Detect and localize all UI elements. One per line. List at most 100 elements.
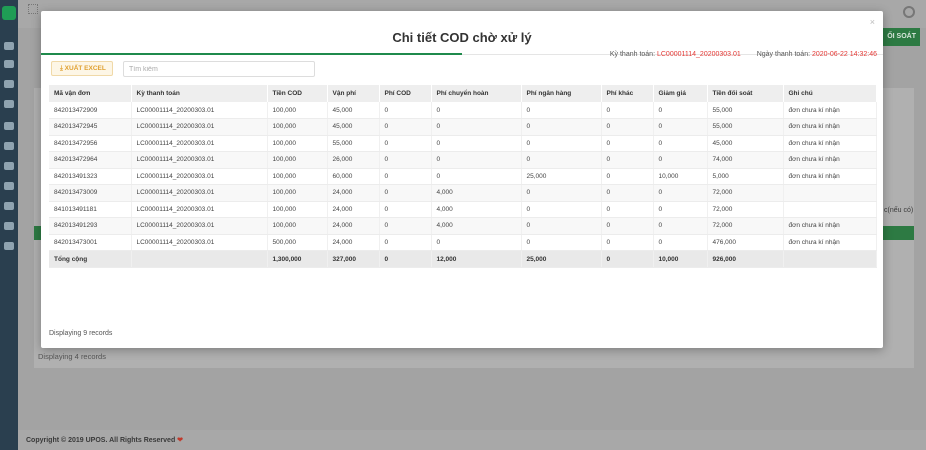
- table-row[interactable]: 841013491181 LC00001114_20200303.01 100,00…: [49, 201, 877, 218]
- cod-table: Mã vận đơn Kỳ thanh toán Tiền COD Vận phí Ph…: [49, 85, 877, 268]
- sidebar-icon[interactable]: [4, 42, 14, 50]
- table-cell: 0: [601, 102, 654, 119]
- close-icon[interactable]: ×: [870, 17, 875, 27]
- table-cell: 842013473001: [49, 234, 132, 251]
- table-cell: 0: [431, 102, 522, 119]
- sidebar: [0, 0, 18, 450]
- app-logo[interactable]: [2, 6, 16, 20]
- table-cell: 24,000: [327, 234, 380, 251]
- table-cell: 72,000: [707, 201, 784, 218]
- apps-grid-icon[interactable]: [28, 4, 38, 14]
- table-cell: 842013472909: [49, 102, 132, 119]
- modal-title: Chi tiết COD chờ xử lý: [392, 30, 532, 45]
- sidebar-icon[interactable]: [4, 162, 14, 170]
- sidebar-icon[interactable]: [4, 100, 14, 108]
- table-row[interactable]: 842013472909 LC00001114_20200303.01 100,00…: [49, 102, 877, 119]
- table-cell: 0: [379, 234, 432, 251]
- table-cell: 5,000: [707, 168, 784, 185]
- sidebar-icon[interactable]: [4, 142, 14, 150]
- table-cell: 45,000: [707, 135, 784, 152]
- table-cell: 0: [601, 151, 654, 169]
- sidebar-icon[interactable]: [4, 242, 14, 250]
- table-row[interactable]: 842013472964 LC00001114_20200303.01 100,00…: [49, 151, 877, 169]
- table-cell: 100,000: [267, 168, 328, 185]
- column-header[interactable]: Vận phí: [327, 85, 380, 102]
- table-cell: 100,000: [267, 217, 328, 235]
- table-cell: LC00001114_20200303.01: [131, 151, 268, 169]
- total-cell: 1,300,000: [267, 250, 328, 268]
- table-cell: 0: [521, 151, 602, 169]
- sidebar-icon[interactable]: [4, 182, 14, 190]
- total-cell: 0: [601, 250, 654, 268]
- table-row[interactable]: 842013491323 LC00001114_20200303.01 100,00…: [49, 168, 877, 185]
- export-excel-button[interactable]: ⤓ XUẤT EXCEL: [51, 61, 113, 76]
- column-header[interactable]: Phí chuyển hoàn: [431, 85, 522, 102]
- cod-detail-modal: Chi tiết COD chờ xử lý × ⤓ XUẤT EXCEL Kỳ…: [41, 11, 883, 348]
- column-header[interactable]: Phí ngân hàng: [521, 85, 602, 102]
- column-header[interactable]: Ghi chú: [783, 85, 877, 102]
- period-value: LC00001114_20200303.01: [656, 51, 741, 58]
- date-label: Ngày thanh toán:: [756, 51, 811, 58]
- table-cell: 100,000: [267, 184, 328, 202]
- gear-icon[interactable]: [903, 6, 915, 18]
- search-input[interactable]: [123, 61, 315, 77]
- table-cell: 0: [431, 135, 522, 152]
- table-cell: 842013491293: [49, 217, 132, 235]
- table-cell: 4,000: [431, 201, 522, 218]
- table-cell: 500,000: [267, 234, 328, 251]
- table-cell: đơn chưa kí nhận: [783, 135, 877, 152]
- table-cell: 60,000: [327, 168, 380, 185]
- table-row[interactable]: 842013473009 LC00001114_20200303.01 100,00…: [49, 184, 877, 202]
- column-header[interactable]: Tiền COD: [267, 85, 328, 102]
- table-cell: 0: [601, 118, 654, 136]
- column-header[interactable]: Phí khác: [601, 85, 654, 102]
- sidebar-icon[interactable]: [4, 60, 14, 68]
- background-record-count: Displaying 4 records: [38, 352, 106, 361]
- sidebar-icon[interactable]: [4, 202, 14, 210]
- table-cell: LC00001114_20200303.01: [131, 118, 268, 136]
- table-cell: 0: [379, 102, 432, 119]
- sidebar-icon[interactable]: [4, 222, 14, 230]
- table-cell: LC00001114_20200303.01: [131, 184, 268, 202]
- table-cell: 0: [431, 118, 522, 136]
- table-cell: 0: [521, 102, 602, 119]
- table-cell: đơn chưa kí nhận: [783, 217, 877, 235]
- table-cell: 0: [653, 135, 708, 152]
- total-cell: 0: [379, 250, 432, 268]
- sidebar-icon[interactable]: [4, 122, 14, 130]
- table-cell: 10,000: [653, 168, 708, 185]
- table-row[interactable]: 842013472945 LC00001114_20200303.01 100,00…: [49, 118, 877, 136]
- table-cell: 72,000: [707, 217, 784, 235]
- column-header[interactable]: Tiền đối soát: [707, 85, 784, 102]
- table-row[interactable]: 842013473001 LC00001114_20200303.01 500,00…: [49, 234, 877, 251]
- table-cell: 0: [653, 234, 708, 251]
- table-cell: 45,000: [327, 102, 380, 119]
- table-cell: 0: [601, 217, 654, 235]
- table-cell: 100,000: [267, 118, 328, 136]
- table-cell: 0: [653, 184, 708, 202]
- table-cell: LC00001114_20200303.01: [131, 135, 268, 152]
- table-cell: 0: [521, 118, 602, 136]
- column-header[interactable]: Phí COD: [379, 85, 432, 102]
- table-cell: 55,000: [327, 135, 380, 152]
- table-cell: 0: [379, 217, 432, 235]
- column-header[interactable]: Giảm giá: [653, 85, 708, 102]
- table-cell: 0: [521, 234, 602, 251]
- column-header[interactable]: Kỳ thanh toán: [131, 85, 268, 102]
- total-row: Tổng cộng 1,300,000 327,000 0 12,000 25,000 0 1…: [49, 250, 877, 268]
- table-row[interactable]: 842013472956 LC00001114_20200303.01 100,00…: [49, 135, 877, 152]
- total-cell: [131, 250, 268, 268]
- table-cell: 0: [653, 151, 708, 169]
- sidebar-icon[interactable]: [4, 80, 14, 88]
- table-cell: 0: [653, 118, 708, 136]
- column-header[interactable]: Mã vận đơn: [49, 85, 132, 102]
- table-cell: 72,000: [707, 184, 784, 202]
- table-cell: 55,000: [707, 102, 784, 119]
- table-cell: LC00001114_20200303.01: [131, 217, 268, 235]
- table-cell: 476,000: [707, 234, 784, 251]
- table-cell: 25,000: [521, 168, 602, 185]
- table-cell: 100,000: [267, 151, 328, 169]
- table-cell: 0: [379, 135, 432, 152]
- table-row[interactable]: 842013491293 LC00001114_20200303.01 100,00…: [49, 217, 877, 235]
- title-accent-line: [41, 53, 462, 55]
